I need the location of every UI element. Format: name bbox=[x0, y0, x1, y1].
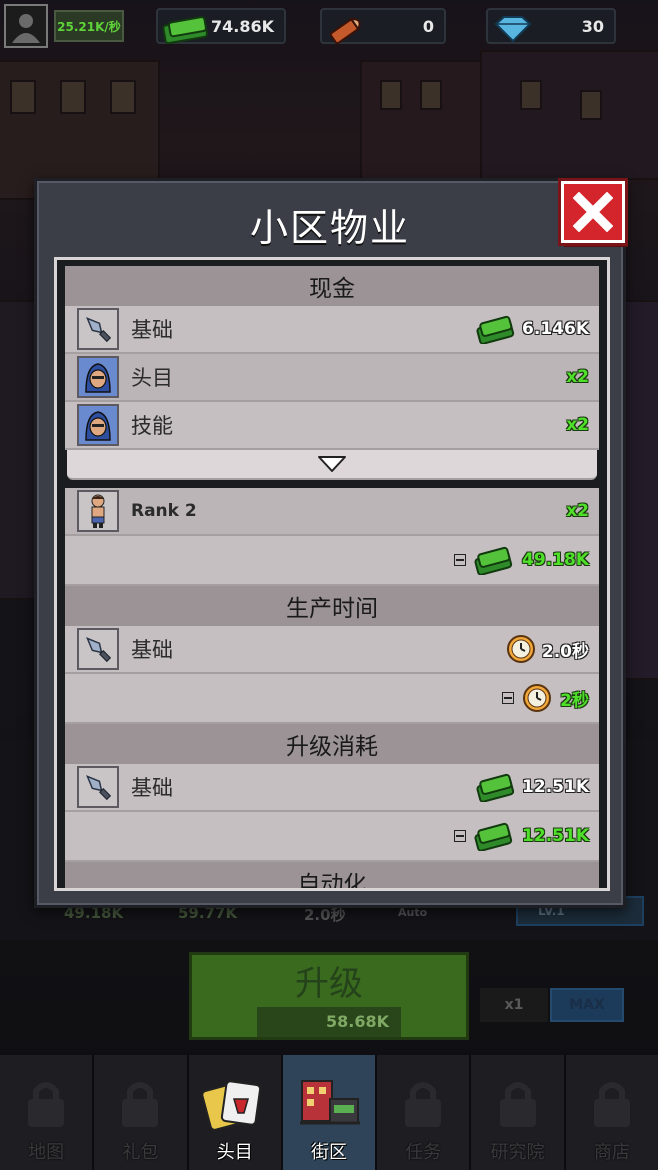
time-total-value: 2秒 bbox=[560, 690, 589, 711]
section-header-cash: 现金 bbox=[65, 266, 599, 306]
bottom-nav: 地图 礼包 头目 街区 任务 研究院 商店 bbox=[0, 1055, 658, 1170]
clock-icon bbox=[523, 684, 552, 712]
cash-stack-icon bbox=[474, 822, 513, 851]
lock-icon bbox=[122, 1082, 159, 1127]
time-total-row: 2秒 bbox=[65, 674, 599, 724]
row-label: 基础 bbox=[131, 776, 173, 800]
value-text: x2 bbox=[566, 367, 589, 387]
knife-icon bbox=[77, 766, 119, 808]
nav-label: 商店 bbox=[593, 1142, 630, 1163]
top-resource-bar: 25.21K/秒 74.86K 0 30 bbox=[0, 0, 658, 50]
cash-rank-row: Rank 2 x2 bbox=[65, 488, 599, 536]
row-value: 12.51K bbox=[476, 772, 589, 802]
diamond-icon bbox=[494, 16, 532, 43]
value-text: x2 bbox=[566, 415, 589, 435]
nav-item-boss[interactable]: 头目 bbox=[188, 1055, 283, 1170]
row-value: 2.0秒 bbox=[506, 634, 589, 664]
cash-total-row: 49.18K bbox=[65, 536, 599, 586]
row-label: 基础 bbox=[131, 318, 173, 342]
cash-counter[interactable]: 74.86K bbox=[156, 8, 286, 44]
player-avatar[interactable] bbox=[4, 4, 48, 48]
row-value: 6.146K bbox=[476, 314, 589, 344]
boss-portrait-icon bbox=[77, 404, 119, 446]
cash-total-value: 49.18K bbox=[522, 550, 589, 570]
upgrade-button[interactable]: 升级 58.68K bbox=[189, 952, 469, 1040]
nav-label: 礼包 bbox=[122, 1142, 159, 1163]
lock-icon bbox=[28, 1082, 65, 1127]
rank-character-icon bbox=[77, 490, 119, 532]
section-header-cost: 升级消耗 bbox=[65, 724, 599, 764]
nav-label: 研究院 bbox=[490, 1142, 545, 1163]
expand-toggle[interactable] bbox=[67, 450, 597, 480]
divider bbox=[65, 480, 599, 488]
stats-scroll-area[interactable]: 现金 基础 6.146K 头目 x2 技能 x2 Rank 2 x2 49.18… bbox=[54, 257, 610, 891]
multiplier-max-button[interactable]: MAX bbox=[550, 988, 624, 1022]
close-button[interactable] bbox=[561, 181, 625, 243]
row-value: x2 bbox=[566, 415, 589, 435]
row-label: 头目 bbox=[131, 366, 173, 390]
knife-icon bbox=[77, 308, 119, 350]
nav-item-task[interactable]: 任务 bbox=[377, 1055, 472, 1170]
modal-title: 小区物业 bbox=[249, 206, 410, 250]
income-rate-badge: 25.21K/秒 bbox=[54, 10, 124, 42]
lock-icon bbox=[499, 1082, 536, 1127]
value-text: 6.146K bbox=[522, 319, 589, 339]
cost-base-row: 基础 12.51K bbox=[65, 764, 599, 812]
cash-stack-icon bbox=[476, 315, 515, 344]
knife-icon bbox=[77, 628, 119, 670]
property-detail-modal: 小区物业 现金 基础 6.146K 头目 x2 技能 x2 Rank 2 x2 … bbox=[34, 178, 626, 908]
cash-stack-icon bbox=[162, 16, 208, 44]
gem-counter[interactable]: 30 bbox=[486, 8, 616, 44]
upgrade-label: 升级 bbox=[295, 963, 363, 1004]
cost-total-row: 12.51K bbox=[65, 812, 599, 862]
clock-icon bbox=[506, 635, 535, 663]
lock-icon bbox=[593, 1082, 630, 1127]
cash-boss-row: 头目 x2 bbox=[65, 354, 599, 402]
nav-label: 头目 bbox=[216, 1142, 253, 1163]
boss-portrait-icon bbox=[77, 356, 119, 398]
value-text: x2 bbox=[566, 501, 589, 521]
section-header-automation: 自动化 bbox=[65, 862, 599, 888]
ammo-counter[interactable]: 0 bbox=[320, 8, 446, 44]
nav-label: 地图 bbox=[28, 1142, 65, 1163]
lock-icon bbox=[405, 1082, 442, 1127]
ammo-value: 0 bbox=[422, 16, 434, 36]
nav-label: 任务 bbox=[405, 1142, 442, 1163]
nav-item-research[interactable]: 研究院 bbox=[471, 1055, 566, 1170]
section-header-time: 生产时间 bbox=[65, 586, 599, 626]
chevron-down-icon bbox=[318, 456, 346, 472]
nav-label: 街区 bbox=[310, 1142, 347, 1163]
cash-stack-icon bbox=[476, 773, 515, 802]
cash-skill-row: 技能 x2 bbox=[65, 402, 599, 450]
equals-icon bbox=[454, 830, 467, 842]
cost-total-value: 12.51K bbox=[522, 826, 589, 846]
gem-value: 30 bbox=[581, 16, 604, 36]
nav-item-map[interactable]: 地图 bbox=[0, 1055, 95, 1170]
value-text: 12.51K bbox=[522, 777, 589, 797]
multiplier-x1-button[interactable]: x1 bbox=[480, 988, 548, 1022]
district-buildings-icon bbox=[299, 1080, 360, 1125]
upgrade-cost: 58.68K bbox=[257, 1006, 401, 1037]
cash-stack-icon bbox=[474, 546, 513, 575]
time-base-row: 基础 2.0秒 bbox=[65, 626, 599, 674]
nav-item-shop[interactable]: 商店 bbox=[565, 1055, 658, 1170]
close-icon bbox=[573, 192, 613, 232]
row-label: Rank 2 bbox=[131, 501, 197, 521]
row-label: 基础 bbox=[131, 638, 173, 662]
row-value: x2 bbox=[566, 501, 589, 521]
equals-icon bbox=[454, 554, 467, 566]
boss-cards-icon bbox=[201, 1080, 261, 1131]
value-text: 2.0秒 bbox=[541, 641, 589, 662]
equals-icon bbox=[502, 692, 515, 704]
cash-base-row: 基础 6.146K bbox=[65, 306, 599, 354]
bullet-icon bbox=[329, 18, 361, 44]
row-label: 技能 bbox=[131, 414, 173, 438]
nav-item-gift[interactable]: 礼包 bbox=[94, 1055, 189, 1170]
nav-item-district[interactable]: 街区 bbox=[282, 1055, 378, 1170]
cash-value: 74.86K bbox=[210, 16, 274, 36]
person-silhouette-icon bbox=[12, 14, 40, 43]
row-value: x2 bbox=[566, 367, 589, 387]
